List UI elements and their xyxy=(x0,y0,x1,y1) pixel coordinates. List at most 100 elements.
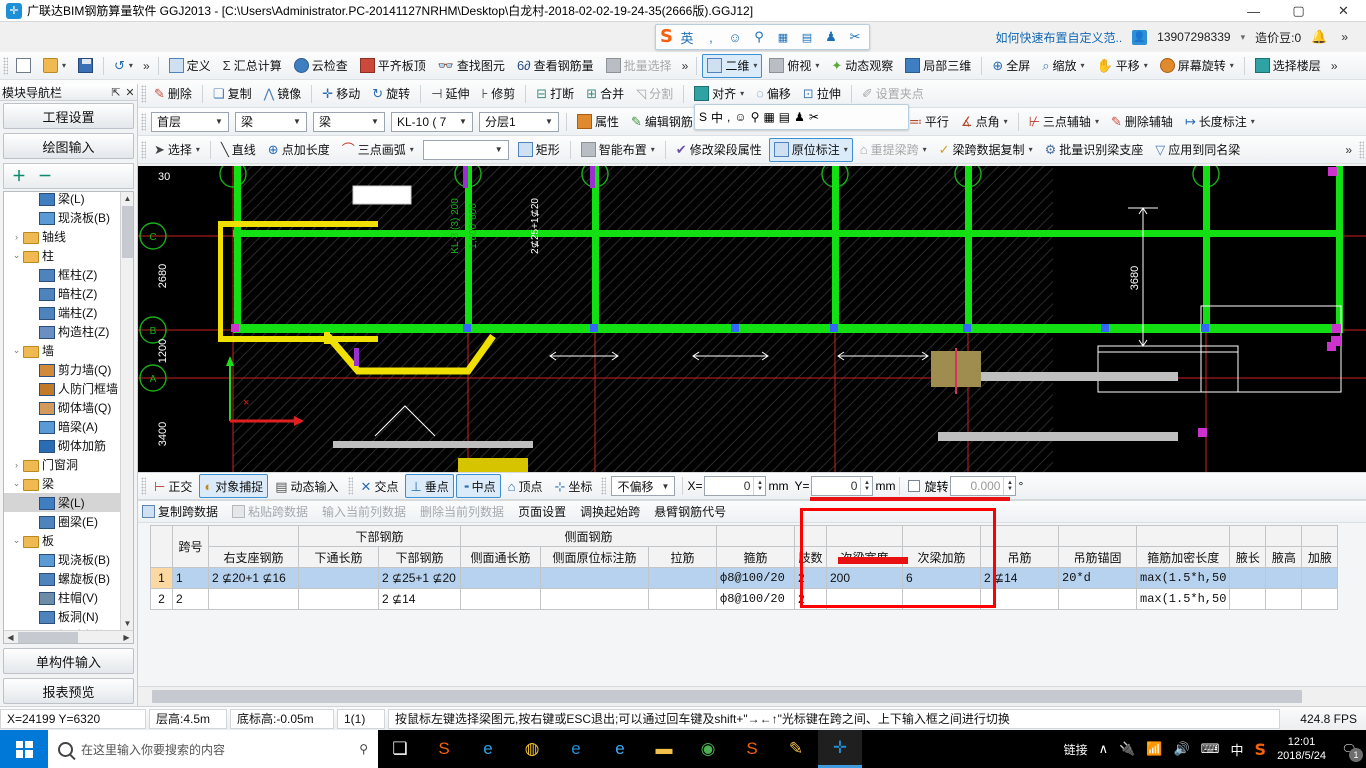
toolbar-grip[interactable] xyxy=(141,113,146,131)
option-snap-coordinate[interactable]: ⊹坐标 xyxy=(550,474,598,498)
table-cell-8[interactable]: 2 xyxy=(795,568,827,589)
ime-emoji-icon[interactable]: ☺ xyxy=(725,30,745,45)
toolbar-grip[interactable] xyxy=(141,141,146,159)
toolbar-grip[interactable] xyxy=(1359,141,1364,159)
chevron-down-icon[interactable]: ▾ xyxy=(62,61,66,70)
table-cell-4[interactable] xyxy=(461,589,541,610)
grid-horizontal-scrollbar[interactable] xyxy=(138,686,1366,706)
tree-item-3[interactable]: ⌄柱 xyxy=(4,246,120,265)
toolbar-item-cloud-check[interactable]: 云检查 xyxy=(289,54,353,78)
nav-button-report-preview[interactable]: 报表预览 xyxy=(3,678,134,704)
toolbar-grip[interactable] xyxy=(3,57,8,75)
chevron-down-icon[interactable]: ▾ xyxy=(410,145,414,154)
table-cell-13[interactable]: max(1.5*h,50 xyxy=(1137,589,1230,610)
ime-card-icon[interactable]: ▤ xyxy=(797,31,817,44)
maximize-button[interactable]: ▢ xyxy=(1276,0,1321,22)
layer-combo[interactable]: 分层1▼ xyxy=(479,112,559,132)
promo-link[interactable]: 如何快速布置自定义范.. xyxy=(995,29,1122,46)
toolbar-overflow-draw[interactable]: » xyxy=(1341,143,1356,157)
tree-item-9[interactable]: 剪力墙(Q) xyxy=(4,360,120,379)
table-cell-16[interactable] xyxy=(1302,589,1338,610)
table-header-15[interactable]: 腋高 xyxy=(1266,547,1302,568)
table-row-header[interactable]: 1 xyxy=(151,568,173,589)
tree-item-7[interactable]: 构造柱(Z) xyxy=(4,322,120,341)
toolbar-item-copy[interactable]: ❏复制 xyxy=(208,82,257,106)
undo-button[interactable]: ↺▾ xyxy=(109,54,138,78)
pin-icon[interactable]: ⇱ xyxy=(109,86,123,99)
toolbar-item-apply-same-name-beam[interactable]: ▽应用到同名梁 xyxy=(1150,138,1245,162)
option-toggle-object-snap[interactable]: ◐对象捕捉 xyxy=(199,474,268,498)
tree-vertical-scrollbar[interactable]: ▲ ▼ xyxy=(120,192,133,630)
toolbar-item-select-floor[interactable]: 选择楼层 xyxy=(1250,54,1326,78)
table-row[interactable]: 222 ⊈14ф8@100/202max(1.5*h,50 xyxy=(151,589,1338,610)
rotate-input[interactable]: 0.000▲▼ xyxy=(950,476,1016,496)
toolbar-item-pan[interactable]: ✋平移▾ xyxy=(1092,54,1153,78)
spinner-icon[interactable]: ▲▼ xyxy=(1003,477,1015,495)
toolbar-item-delete[interactable]: ✎删除 xyxy=(149,82,197,106)
chevron-up-icon[interactable]: ∧ xyxy=(1099,741,1109,757)
option-snap-midpoint[interactable]: ╺中点 xyxy=(456,474,501,498)
spinner-icon[interactable]: ▲▼ xyxy=(860,477,872,495)
ime-keyboard-icon[interactable]: ▦ xyxy=(773,31,793,44)
toolbar-item-edit-beam-segment[interactable]: ✔修改梁段属性 xyxy=(671,138,767,162)
component-type-combo[interactable]: 梁▼ xyxy=(313,112,385,132)
draw-mode-combo[interactable]: ▼ xyxy=(423,140,509,160)
wifi-icon[interactable]: 📶 xyxy=(1146,741,1162,757)
toolbar-item-rotate[interactable]: ↻旋转 xyxy=(367,82,415,106)
ime-voice-icon[interactable]: ⚲ xyxy=(751,110,760,124)
toolbar-item-break[interactable]: ⊟打断 xyxy=(531,82,579,106)
table-header-4[interactable]: 侧面通长筋 xyxy=(461,547,541,568)
tree-item-0[interactable]: 梁(L) xyxy=(4,191,120,208)
table-cell-12[interactable] xyxy=(1059,589,1137,610)
chevron-down-icon[interactable]: ▾ xyxy=(1029,145,1033,154)
table-header-7[interactable]: 箍筋 xyxy=(717,547,795,568)
table-header-16[interactable]: 加腋 xyxy=(1302,547,1338,568)
table-cell-1[interactable] xyxy=(209,589,299,610)
tree-horizontal-scrollbar[interactable]: ◀ ▶ xyxy=(4,630,133,643)
toolbar-item-in-situ-annotation[interactable]: 原位标注▾ xyxy=(769,138,853,162)
taskbar-ie-icon[interactable]: e xyxy=(554,730,598,768)
table-row-header[interactable]: 2 xyxy=(151,589,173,610)
ime-punctuation-icon[interactable]: , xyxy=(701,30,721,45)
option-toggle-ortho[interactable]: ⊢正交 xyxy=(149,474,197,498)
chevron-down-icon[interactable]: ▼ xyxy=(492,145,506,154)
toolbar-item-orbit[interactable]: ✦动态观察 xyxy=(826,54,898,78)
option-toggle-dynamic-input[interactable]: ▤动态输入 xyxy=(270,474,343,498)
ime-skin-icon[interactable]: ♟ xyxy=(821,29,841,45)
close-icon[interactable]: ✕ xyxy=(123,86,137,99)
taskbar-chrome-icon[interactable]: ◍ xyxy=(510,730,554,768)
chevron-down-icon[interactable]: ▾ xyxy=(923,145,927,154)
toolbar-item-edit-rebar[interactable]: ✎编辑钢筋 xyxy=(626,110,698,134)
tree-twisty-icon[interactable]: ⌄ xyxy=(10,478,23,489)
toolbar-item-align-slab-top[interactable]: 平齐板顶 xyxy=(355,54,431,78)
collapse-all-icon[interactable]: － xyxy=(38,166,52,186)
taskbar-sogou-icon[interactable]: S xyxy=(422,730,466,768)
taskbar-ggj-icon[interactable]: ✛ xyxy=(818,730,862,768)
toolbar-item-smart-layout[interactable]: 智能布置▾ xyxy=(576,138,660,162)
table-cell-15[interactable] xyxy=(1266,568,1302,589)
option-bar-grip[interactable] xyxy=(601,477,606,495)
chevron-down-icon[interactable]: ▾ xyxy=(129,61,133,70)
clock[interactable]: 12:01 2018/5/24 xyxy=(1277,735,1326,763)
taskbar-task-view-icon[interactable]: ❏ xyxy=(378,730,422,768)
open-button[interactable]: ▾ xyxy=(38,54,71,78)
bell-icon[interactable]: 🔔 xyxy=(1311,29,1327,45)
chevron-down-icon[interactable]: ▾ xyxy=(1230,61,1234,70)
table-row[interactable]: 112 ⊈20+1 ⊈162 ⊈25+1 ⊈20ф8@100/20220062 … xyxy=(151,568,1338,589)
taskbar-search[interactable]: 在这里输入你要搜索的内容 ⚲ xyxy=(48,730,378,768)
tree-item-14[interactable]: ›门窗洞 xyxy=(4,455,120,474)
volume-icon[interactable]: 🔊 xyxy=(1174,741,1190,757)
table-cell-14[interactable] xyxy=(1230,568,1266,589)
tree-item-2[interactable]: ›轴线 xyxy=(4,227,120,246)
ime-skin-icon[interactable]: ♟ xyxy=(794,110,805,124)
tree-item-16[interactable]: 梁(L) xyxy=(4,493,120,512)
ime-tools-icon[interactable]: ✂ xyxy=(845,29,865,45)
table-header-10[interactable]: 次梁加筋 xyxy=(903,547,981,568)
toolbar-item-length-dimension[interactable]: ↦长度标注▾ xyxy=(1180,110,1260,134)
tree-twisty-icon[interactable]: › xyxy=(10,232,23,242)
table-cell-7[interactable]: ф8@100/20 xyxy=(717,568,795,589)
table-cell-16[interactable] xyxy=(1302,568,1338,589)
table-cell-3[interactable]: 2 ⊈25+1 ⊈20 xyxy=(379,568,461,589)
grid-tool-0[interactable]: 复制跨数据 xyxy=(142,503,218,520)
toolbar-overflow-end[interactable]: » xyxy=(1327,59,1342,73)
